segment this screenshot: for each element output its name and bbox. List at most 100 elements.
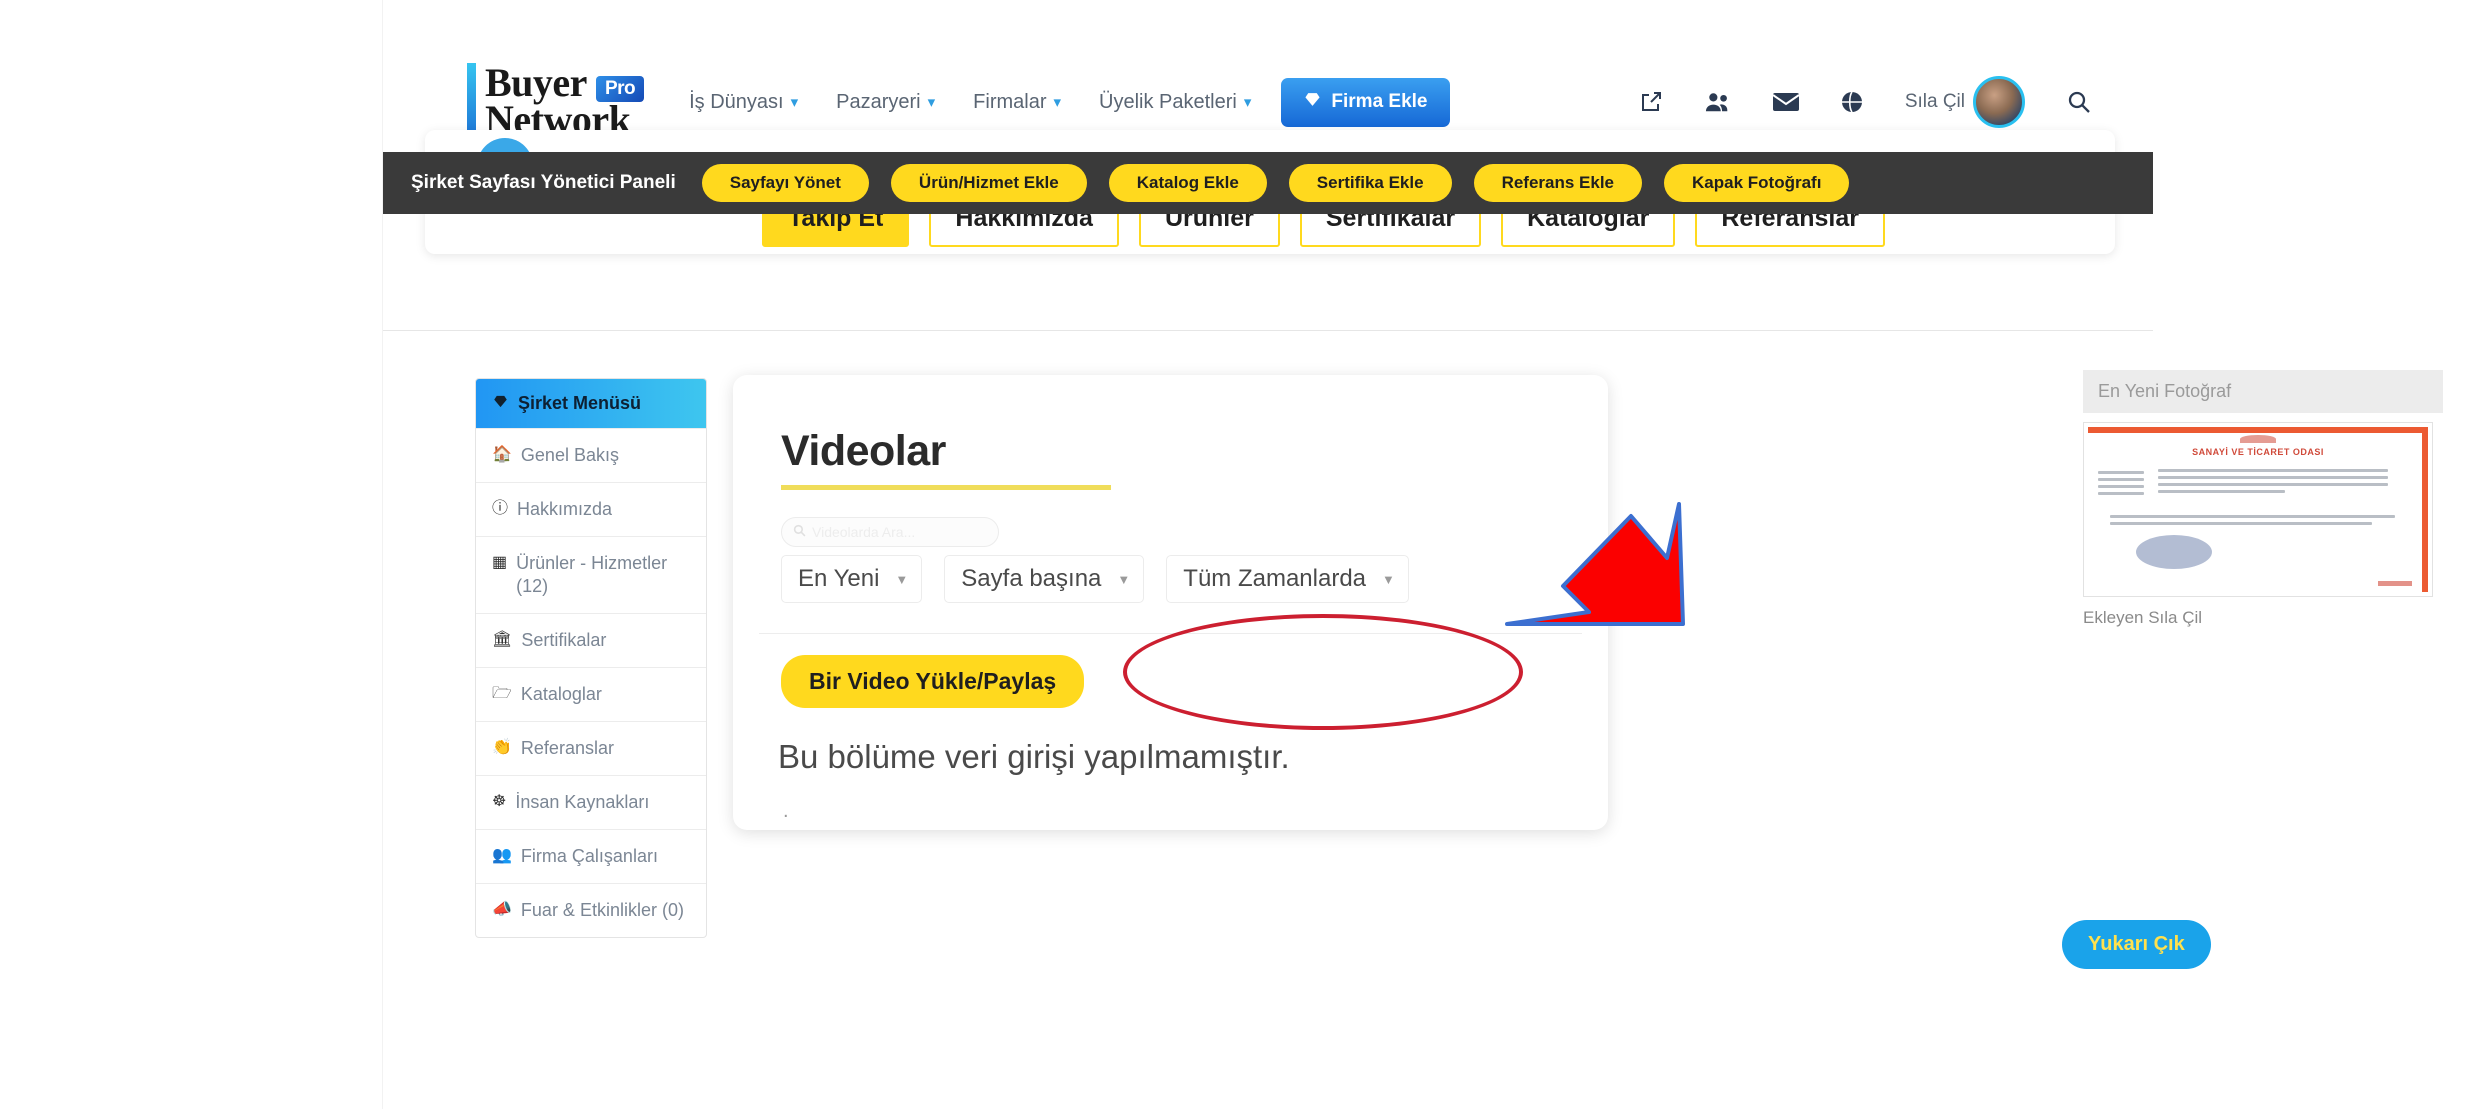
- chevron-down-icon: ▼: [1382, 571, 1395, 587]
- certificate-stamp: [2378, 581, 2412, 586]
- company-sidebar-menu: Şirket Menüsü 🏠 Genel Bakış ⓘ Hakkımızda…: [475, 378, 707, 939]
- latest-photo-caption: Ekleyen Sıla Çil: [2083, 608, 2203, 627]
- sidebar-item-label: Hakkımızda: [517, 499, 613, 520]
- admin-bar-actions: Sayfayı Yönet Ürün/Hizmet Ekle Katalog E…: [701, 164, 1850, 202]
- chevron-down-icon: ▼: [895, 571, 909, 587]
- sidebar-item-genel-bakis[interactable]: 🏠 Genel Bakış: [476, 428, 706, 482]
- trailing-mark: .: [783, 800, 789, 822]
- sitemap-icon: ☸: [492, 793, 507, 811]
- main-navigation: İş Dünyası ▾ Pazaryeri ▾ Firmalar ▾ Üyel…: [689, 91, 1251, 114]
- empty-state-message: Bu bölüme veri girişi yapılmamıştır.: [778, 738, 1290, 775]
- latest-photo-image[interactable]: SANAYİ VE TİCARET ODASI: [2083, 422, 2433, 597]
- sidebar-item-label: Referanslar: [520, 738, 614, 759]
- nav-label: Üyelik Paketleri: [1099, 90, 1237, 113]
- search-icon: [793, 524, 806, 540]
- nav-item-pazaryeri[interactable]: Pazaryeri ▾: [836, 91, 935, 114]
- filters-divider: [759, 633, 1582, 634]
- external-link-icon[interactable]: [1639, 90, 1663, 114]
- bank-icon: 🏛: [492, 631, 513, 649]
- company-admin-bar: Şirket Sayfası Yönetici Paneli Sayfayı Y…: [383, 152, 2153, 214]
- info-icon: ⓘ: [492, 500, 509, 518]
- per-page-select[interactable]: Sayfa başına ▼: [944, 555, 1145, 603]
- search-placeholder: Videolarda Ara...: [812, 524, 916, 540]
- sidebar-item-fuar-etkinlikler[interactable]: 📣 Fuar & Etkinlikler (0): [476, 883, 706, 937]
- certificate-side-border: [2422, 427, 2428, 592]
- grid-icon: ▦: [492, 554, 508, 572]
- nav-label: Firmalar: [973, 90, 1047, 113]
- certificate-label-block-left: [2098, 471, 2144, 499]
- sidebar-item-firma-calisanlari[interactable]: 👥 Firma Çalışanları: [476, 829, 706, 883]
- sidebar-header-label: Şirket Menüsü: [518, 393, 642, 413]
- sidebar-item-label: Genel Bakış: [520, 445, 619, 465]
- avatar[interactable]: [1973, 76, 2025, 128]
- sort-select[interactable]: En Yeni ▼: [781, 555, 923, 603]
- certificate-title-text: SANAYİ VE TİCARET ODASI: [2192, 447, 2324, 457]
- firma-ekle-button[interactable]: Firma Ekle: [1281, 77, 1450, 127]
- kapak-fotografi-button[interactable]: Kapak Fotoğrafı: [1664, 164, 1850, 202]
- users-group-icon: 👥: [492, 847, 512, 865]
- per-page-select-value: Sayfa başına: [961, 565, 1102, 592]
- browser-viewport: Buyer Pro Network İş Dünyası ▾ Pazaryeri…: [383, 0, 2443, 1109]
- nav-label: Pazaryeri: [836, 90, 921, 113]
- certificate-paragraph-block: [2110, 515, 2395, 529]
- megaphone-icon: 📣: [492, 901, 512, 919]
- handshake-icon: 👏: [492, 739, 512, 757]
- latest-photo-panel: En Yeni Fotoğraf SANAYİ VE TİCARET ODASI…: [2083, 370, 2443, 628]
- video-filters: En Yeni ▼ Sayfa başına ▼ Tüm Zamanlarda …: [781, 555, 1409, 603]
- sidebar-item-label: Ürünler - Hizmetler (12): [516, 553, 668, 597]
- sidebar-item-sertifikalar[interactable]: 🏛 Sertifikalar: [476, 613, 706, 667]
- sidebar-item-label: Kataloglar: [520, 684, 602, 705]
- page-title: Videolar: [781, 427, 946, 475]
- nav-item-uyelik-paketleri[interactable]: Üyelik Paketleri ▾: [1099, 91, 1251, 114]
- users-group-icon[interactable]: [1705, 91, 1731, 113]
- search-input[interactable]: Videolarda Ara...: [781, 517, 999, 547]
- referans-ekle-button[interactable]: Referans Ekle: [1473, 164, 1643, 202]
- certificate-label-block-right: [2158, 469, 2388, 497]
- diamond-icon: [1303, 91, 1322, 114]
- chevron-down-icon: ▼: [1117, 571, 1131, 587]
- diamond-icon: [492, 394, 509, 414]
- sidebar-item-urunler-hizmetler[interactable]: ▦ Ürünler - Hizmetler (12): [476, 536, 706, 613]
- envelope-icon[interactable]: [1772, 92, 1799, 112]
- firma-ekle-label: Firma Ekle: [1331, 91, 1428, 112]
- folder-icon: 🗁: [492, 685, 512, 703]
- sort-select-value: En Yeni: [798, 565, 880, 592]
- sidebar-item-hakkimizda[interactable]: ⓘ Hakkımızda: [476, 482, 706, 536]
- latest-photo-header: En Yeni Fotoğraf: [2083, 370, 2443, 413]
- home-icon: 🏠: [492, 446, 512, 463]
- sidebar-item-label: Sertifikalar: [521, 630, 607, 651]
- katalog-ekle-button[interactable]: Katalog Ekle: [1108, 164, 1267, 202]
- sidebar-item-label: İnsan Kaynakları: [515, 792, 650, 813]
- nav-item-is-dunyasi[interactable]: İş Dünyası ▾: [689, 91, 798, 114]
- time-range-select-value: Tüm Zamanlarda: [1183, 565, 1367, 592]
- sayfayi-yonet-button[interactable]: Sayfayı Yönet: [701, 164, 869, 202]
- sidebar-item-insan-kaynaklari[interactable]: ☸ İnsan Kaynakları: [476, 775, 706, 829]
- chevron-down-icon: ▾: [1053, 94, 1062, 111]
- scroll-to-top-button[interactable]: Yukarı Çık: [2062, 920, 2211, 969]
- header-actions: Sıla Çil: [1639, 76, 2091, 128]
- time-range-select[interactable]: Tüm Zamanlarda ▼: [1166, 555, 1409, 603]
- admin-bar-title: Şirket Sayfası Yönetici Paneli: [411, 172, 676, 193]
- title-underline: [781, 485, 1111, 490]
- certificate-crest: [2240, 435, 2276, 443]
- certificate-seal: [2136, 535, 2212, 569]
- sidebar-item-referanslar[interactable]: 👏 Referanslar: [476, 721, 706, 775]
- nav-item-firmalar[interactable]: Firmalar ▾: [973, 91, 1061, 114]
- upload-video-button[interactable]: Bir Video Yükle/Paylaş: [781, 655, 1085, 708]
- globe-icon[interactable]: [1841, 91, 1863, 113]
- videos-panel: Videolar Videolarda Ara... En Yeni ▼ Say…: [733, 375, 1608, 830]
- sidebar-item-label: Fuar & Etkinlikler (0): [520, 900, 684, 921]
- screenshot-root: Buyer Pro Network İş Dünyası ▾ Pazaryeri…: [0, 0, 2479, 1109]
- section-divider: [383, 330, 2153, 331]
- chevron-down-icon: ▾: [1243, 94, 1252, 111]
- sidebar-item-kataloglar[interactable]: 🗁 Kataloglar: [476, 667, 706, 721]
- certificate-top-border: [2088, 427, 2428, 433]
- nav-label: İş Dünyası: [689, 90, 784, 113]
- urun-hizmet-ekle-button[interactable]: Ürün/Hizmet Ekle: [890, 164, 1087, 202]
- sidebar-header: Şirket Menüsü: [476, 379, 706, 428]
- sidebar-item-label: Firma Çalışanları: [520, 846, 658, 867]
- chevron-down-icon: ▾: [790, 94, 799, 111]
- search-icon[interactable]: [2067, 90, 2091, 114]
- sertifika-ekle-button[interactable]: Sertifika Ekle: [1288, 164, 1452, 202]
- user-name-label[interactable]: Sıla Çil: [1905, 91, 1965, 113]
